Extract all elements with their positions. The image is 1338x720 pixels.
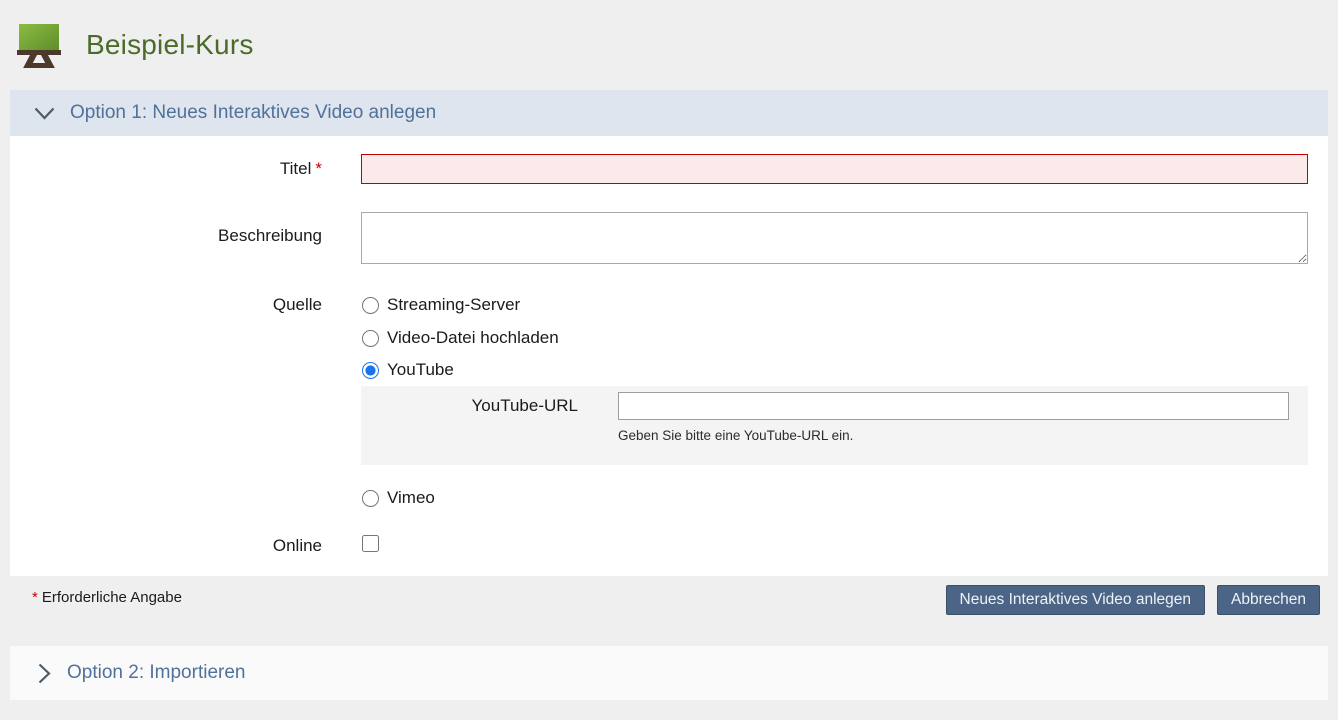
form-body: Titel* Beschreibung Quelle Streaming-Ser… (10, 136, 1328, 576)
radio-video-upload[interactable] (362, 330, 379, 347)
source-label: Quelle (10, 295, 322, 508)
chevron-right-icon (38, 663, 51, 684)
accordion-header-option1[interactable]: Option 1: Neues Interaktives Video anleg… (10, 90, 1328, 136)
form-row-title: Titel* (10, 154, 1308, 184)
youtube-url-label: YouTube-URL (361, 396, 578, 416)
online-checkbox[interactable] (362, 535, 379, 552)
form-panel-option1: Option 1: Neues Interaktives Video anleg… (10, 90, 1328, 643)
accordion-title-option2: Option 2: Importieren (67, 662, 245, 684)
source-option-upload: Video-Datei hochladen (361, 328, 1308, 348)
youtube-subpanel: YouTube-URL Geben Sie bitte eine YouTube… (361, 386, 1308, 465)
form-row-source: Quelle Streaming-Server Video-Datei hoch… (10, 295, 1308, 508)
chevron-down-icon (34, 107, 55, 120)
radio-label-streaming-server: Streaming-Server (387, 295, 520, 315)
course-icon (16, 22, 62, 68)
form-row-description: Beschreibung (10, 212, 1308, 269)
radio-vimeo[interactable] (362, 490, 379, 507)
source-option-vimeo: Vimeo (361, 488, 1308, 508)
radio-youtube[interactable] (362, 362, 379, 379)
title-input[interactable] (361, 154, 1308, 184)
radio-label-youtube: YouTube (387, 360, 454, 380)
required-asterisk: * (32, 589, 38, 606)
cancel-button[interactable]: Abbrechen (1217, 585, 1320, 615)
required-asterisk: * (315, 159, 322, 178)
form-row-online: Online (10, 535, 1308, 557)
submit-button[interactable]: Neues Interaktives Video anlegen (946, 585, 1206, 615)
radio-label-video-upload: Video-Datei hochladen (387, 328, 559, 348)
source-option-streaming: Streaming-Server (361, 295, 1308, 315)
page-header: Beispiel-Kurs (0, 0, 1338, 90)
online-label: Online (10, 536, 322, 556)
description-label: Beschreibung (10, 212, 322, 269)
radio-streaming-server[interactable] (362, 297, 379, 314)
description-textarea[interactable] (361, 212, 1308, 264)
accordion-header-option2[interactable]: Option 2: Importieren (10, 646, 1328, 700)
youtube-url-input[interactable] (618, 392, 1289, 420)
title-label: Titel* (10, 154, 322, 184)
radio-label-vimeo: Vimeo (387, 488, 435, 508)
page-title: Beispiel-Kurs (86, 29, 254, 61)
required-note: *Erforderliche Angabe (32, 576, 182, 606)
source-option-youtube: YouTube (361, 360, 1308, 380)
accordion-title-option1: Option 1: Neues Interaktives Video anleg… (70, 102, 436, 124)
form-footer: *Erforderliche Angabe Neues Interaktives… (10, 576, 1328, 643)
youtube-url-hint: Geben Sie bitte eine YouTube-URL ein. (618, 428, 1308, 443)
